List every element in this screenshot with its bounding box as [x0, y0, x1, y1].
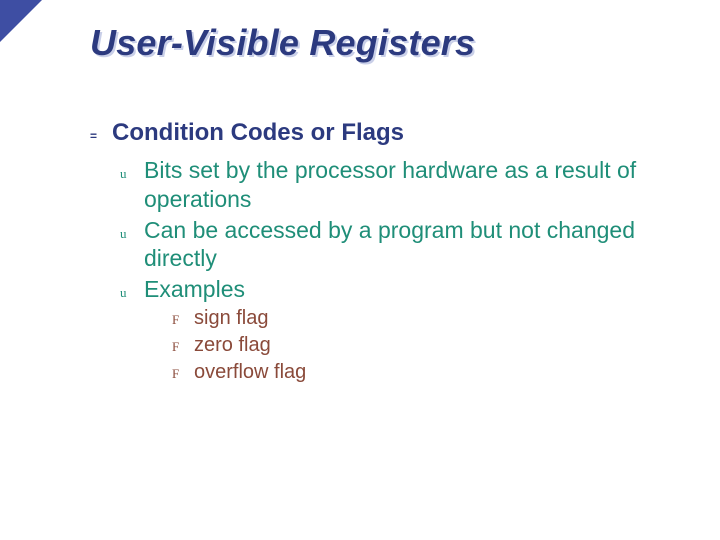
bullet-l3-text: overflow flag: [194, 360, 306, 385]
bullet-l3-text: sign flag: [194, 306, 269, 331]
bullet-level-2: u Bits set by the processor hardware as …: [120, 156, 690, 214]
bullet-level-2: u Examples: [120, 275, 690, 304]
corner-decoration: [0, 0, 42, 42]
bullet-l2-text: Can be accessed by a program but not cha…: [144, 216, 690, 274]
bullet-l2-text: Examples: [144, 275, 245, 304]
bullet-level-2: u Can be accessed by a program but not c…: [120, 216, 690, 274]
bullet-l2-icon: u: [120, 161, 144, 182]
bullet-level-3: F zero flag: [172, 333, 690, 358]
bullet-level-3: F sign flag: [172, 306, 690, 331]
bullet-l3-icon: F: [172, 363, 194, 382]
bullet-level-3: F overflow flag: [172, 360, 690, 385]
bullet-level-1: = Condition Codes or Flags: [90, 118, 690, 148]
bullet-l2-icon: u: [120, 280, 144, 301]
bullet-l3-icon: F: [172, 336, 194, 355]
bullet-l2-icon: u: [120, 221, 144, 242]
bullet-l1-text: Condition Codes or Flags: [112, 118, 404, 148]
bullet-l2-text: Bits set by the processor hardware as a …: [144, 156, 690, 214]
bullet-l3-icon: F: [172, 309, 194, 328]
bullet-level-2-group: u Bits set by the processor hardware as …: [120, 156, 690, 385]
slide-body: = Condition Codes or Flags u Bits set by…: [90, 118, 690, 387]
bullet-level-3-group: F sign flag F zero flag F overflow flag: [172, 306, 690, 385]
slide-title: User-Visible Registers: [90, 22, 475, 64]
slide: User-Visible Registers = Condition Codes…: [0, 0, 720, 540]
bullet-l1-icon: =: [90, 123, 112, 144]
bullet-l3-text: zero flag: [194, 333, 271, 358]
